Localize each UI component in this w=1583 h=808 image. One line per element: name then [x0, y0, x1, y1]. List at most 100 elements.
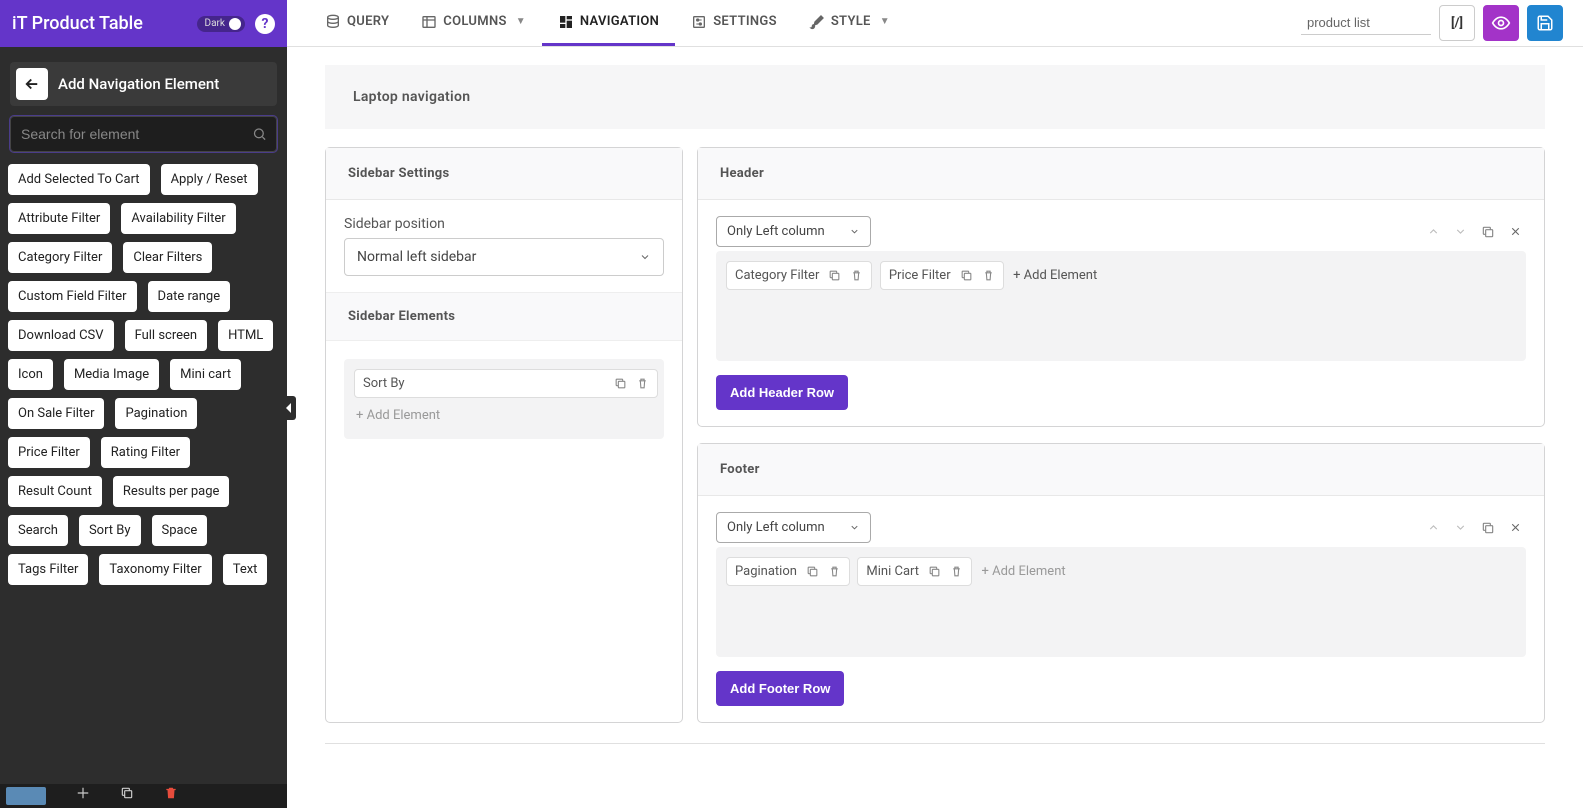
palette-chip[interactable]: Price Filter: [8, 437, 90, 468]
sidebar-position-label: Sidebar position: [344, 216, 664, 232]
sidebar-section-title: Add Navigation Element: [58, 75, 219, 93]
move-down-icon[interactable]: [1450, 221, 1471, 242]
palette-chip[interactable]: Results per page: [113, 476, 230, 507]
palette-chip[interactable]: On Sale Filter: [8, 398, 104, 429]
copy-icon[interactable]: [828, 269, 841, 282]
remove-row-icon[interactable]: [1505, 517, 1526, 538]
header-panel: Header Only Left column: [697, 147, 1545, 427]
header-row-zone[interactable]: Category Filter Price Filter + Add Elem: [716, 251, 1526, 361]
duplicate-row-icon[interactable]: [1477, 517, 1499, 539]
duplicate-row-icon[interactable]: [1477, 221, 1499, 243]
dark-mode-toggle[interactable]: Dark: [197, 16, 245, 32]
add-element-link[interactable]: + Add Element: [1009, 260, 1101, 291]
footer-column-mode-select[interactable]: Only Left column: [716, 512, 871, 543]
add-icon[interactable]: [76, 784, 90, 800]
palette-chip[interactable]: Icon: [8, 359, 53, 390]
palette-chip[interactable]: Mini cart: [170, 359, 241, 390]
trash-icon[interactable]: [982, 269, 995, 282]
header-column-mode-select[interactable]: Only Left column: [716, 216, 871, 247]
element-chip-category-filter[interactable]: Category Filter: [726, 261, 872, 290]
app-title: iT Product Table: [12, 13, 143, 34]
sidebar-position-select[interactable]: Normal left sidebar: [344, 238, 664, 276]
copy-icon[interactable]: [120, 784, 134, 800]
trash-icon[interactable]: [828, 565, 841, 578]
top-tabs: QUERY COLUMNS ▼ NAVIGATION SETTINGS: [309, 0, 906, 46]
copy-icon[interactable]: [960, 269, 973, 282]
tab-columns[interactable]: COLUMNS ▼: [405, 0, 542, 46]
footer-panel: Footer Only Left column: [697, 443, 1545, 723]
palette-chip[interactable]: Apply / Reset: [161, 164, 258, 195]
top-bar: QUERY COLUMNS ▼ NAVIGATION SETTINGS: [287, 0, 1583, 47]
palette-chip[interactable]: Pagination: [115, 398, 197, 429]
tab-style[interactable]: STYLE ▼: [793, 0, 906, 46]
element-palette: Add Selected To Cart Apply / Reset Attribu…: [0, 164, 287, 585]
sidebar-elements-zone[interactable]: Sort By + Add Element: [344, 359, 664, 439]
element-chip-mini-cart[interactable]: Mini Cart: [857, 557, 972, 586]
collapse-sidebar-button[interactable]: [282, 396, 296, 420]
palette-chip[interactable]: Availability Filter: [121, 203, 235, 234]
page-title: Laptop navigation: [353, 89, 1517, 105]
move-up-icon[interactable]: [1423, 517, 1444, 538]
palette-chip[interactable]: Text: [223, 554, 268, 585]
element-chip-pagination[interactable]: Pagination: [726, 557, 850, 586]
add-element-link[interactable]: + Add Element: [977, 556, 1069, 587]
left-sidebar: iT Product Table Dark ? Add Navigation E…: [0, 0, 287, 808]
delete-icon[interactable]: [164, 784, 178, 800]
shortcode-button[interactable]: [/]: [1439, 5, 1475, 41]
palette-chip[interactable]: Tags Filter: [8, 554, 88, 585]
palette-chip[interactable]: Clear Filters: [123, 242, 212, 273]
palette-chip[interactable]: Full screen: [125, 320, 208, 351]
search-input[interactable]: [10, 116, 277, 152]
palette-chip[interactable]: HTML: [218, 320, 273, 351]
element-chip-sortby[interactable]: Sort By: [354, 369, 658, 398]
palette-chip[interactable]: Date range: [148, 281, 231, 312]
palette-chip[interactable]: Download CSV: [8, 320, 114, 351]
palette-chip[interactable]: Add Selected To Cart: [8, 164, 150, 195]
palette-chip[interactable]: Search: [8, 515, 68, 546]
sidebar-settings-panel: Sidebar Settings Sidebar position Normal…: [325, 147, 683, 723]
copy-icon[interactable]: [806, 565, 819, 578]
add-footer-row-button[interactable]: Add Footer Row: [716, 671, 844, 706]
palette-chip[interactable]: Space: [152, 515, 208, 546]
save-button[interactable]: [1527, 5, 1563, 41]
preview-thumb[interactable]: [6, 787, 46, 805]
sidebar-section-header: Add Navigation Element: [10, 62, 277, 106]
palette-chip[interactable]: Taxonomy Filter: [99, 554, 211, 585]
chevron-down-icon: [639, 251, 651, 263]
trash-icon[interactable]: [950, 565, 963, 578]
palette-chip[interactable]: Category Filter: [8, 242, 112, 273]
palette-chip[interactable]: Attribute Filter: [8, 203, 110, 234]
tab-settings[interactable]: SETTINGS: [675, 0, 793, 46]
trash-icon[interactable]: [636, 377, 649, 390]
palette-chip[interactable]: Media Image: [64, 359, 159, 390]
move-up-icon[interactable]: [1423, 221, 1444, 242]
copy-icon[interactable]: [614, 377, 627, 390]
sidebar-header: iT Product Table Dark ?: [0, 0, 287, 47]
tab-query[interactable]: QUERY: [309, 0, 405, 46]
palette-chip[interactable]: Result Count: [8, 476, 102, 507]
palette-chip[interactable]: Sort By: [79, 515, 141, 546]
palette-chip[interactable]: Rating Filter: [101, 437, 190, 468]
move-down-icon[interactable]: [1450, 517, 1471, 538]
divider: [325, 743, 1545, 744]
table-name-input[interactable]: [1301, 11, 1431, 35]
remove-row-icon[interactable]: [1505, 221, 1526, 242]
trash-icon[interactable]: [850, 269, 863, 282]
sidebar-footer: [0, 784, 287, 808]
arrow-left-icon: [23, 75, 41, 93]
chevron-left-icon: [285, 403, 293, 413]
preview-button[interactable]: [1483, 5, 1519, 41]
sliders-icon: [691, 14, 707, 30]
layout-icon: [558, 14, 574, 30]
tab-navigation[interactable]: NAVIGATION: [542, 0, 675, 46]
footer-row-zone[interactable]: Pagination Mini Cart + Add Element: [716, 547, 1526, 657]
back-button[interactable]: [16, 68, 48, 100]
caret-down-icon: ▼: [880, 16, 890, 27]
palette-chip[interactable]: Custom Field Filter: [8, 281, 137, 312]
copy-icon[interactable]: [928, 565, 941, 578]
add-element-link[interactable]: + Add Element: [352, 400, 444, 431]
element-chip-price-filter[interactable]: Price Filter: [880, 261, 1004, 290]
add-header-row-button[interactable]: Add Header Row: [716, 375, 848, 410]
help-icon[interactable]: ?: [255, 14, 275, 34]
sidebar-settings-heading: Sidebar Settings: [326, 148, 682, 200]
